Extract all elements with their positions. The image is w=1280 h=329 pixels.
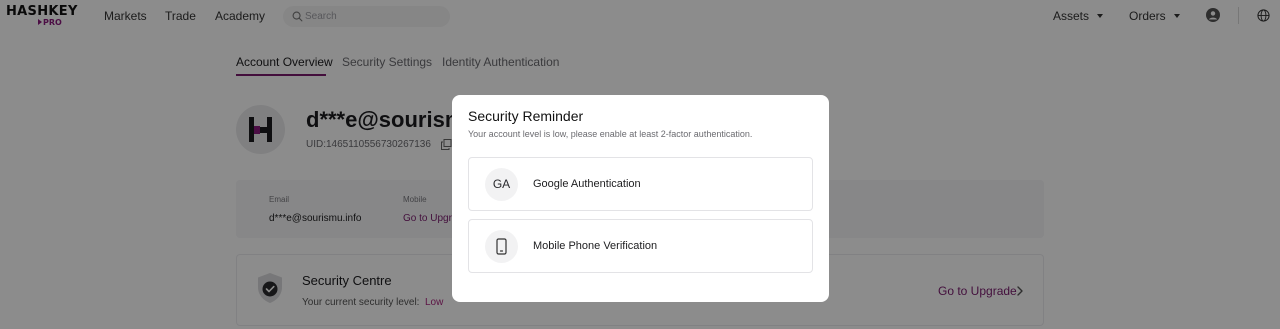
- phone-glyph-icon: [496, 238, 507, 255]
- mobile-phone-verification-option[interactable]: Mobile Phone Verification: [468, 219, 813, 273]
- security-reminder-dialog: Security Reminder Your account level is …: [452, 95, 829, 302]
- dialog-title: Security Reminder: [468, 108, 584, 124]
- dialog-description: Your account level is low, please enable…: [468, 129, 753, 139]
- mobile-phone-verification-label: Mobile Phone Verification: [533, 240, 658, 252]
- google-authenticator-icon: GA: [485, 168, 518, 201]
- google-authentication-option[interactable]: GA Google Authentication: [468, 157, 813, 211]
- google-authentication-label: Google Authentication: [533, 178, 641, 190]
- ga-icon-text: GA: [492, 177, 511, 191]
- mobile-phone-icon: [485, 230, 518, 263]
